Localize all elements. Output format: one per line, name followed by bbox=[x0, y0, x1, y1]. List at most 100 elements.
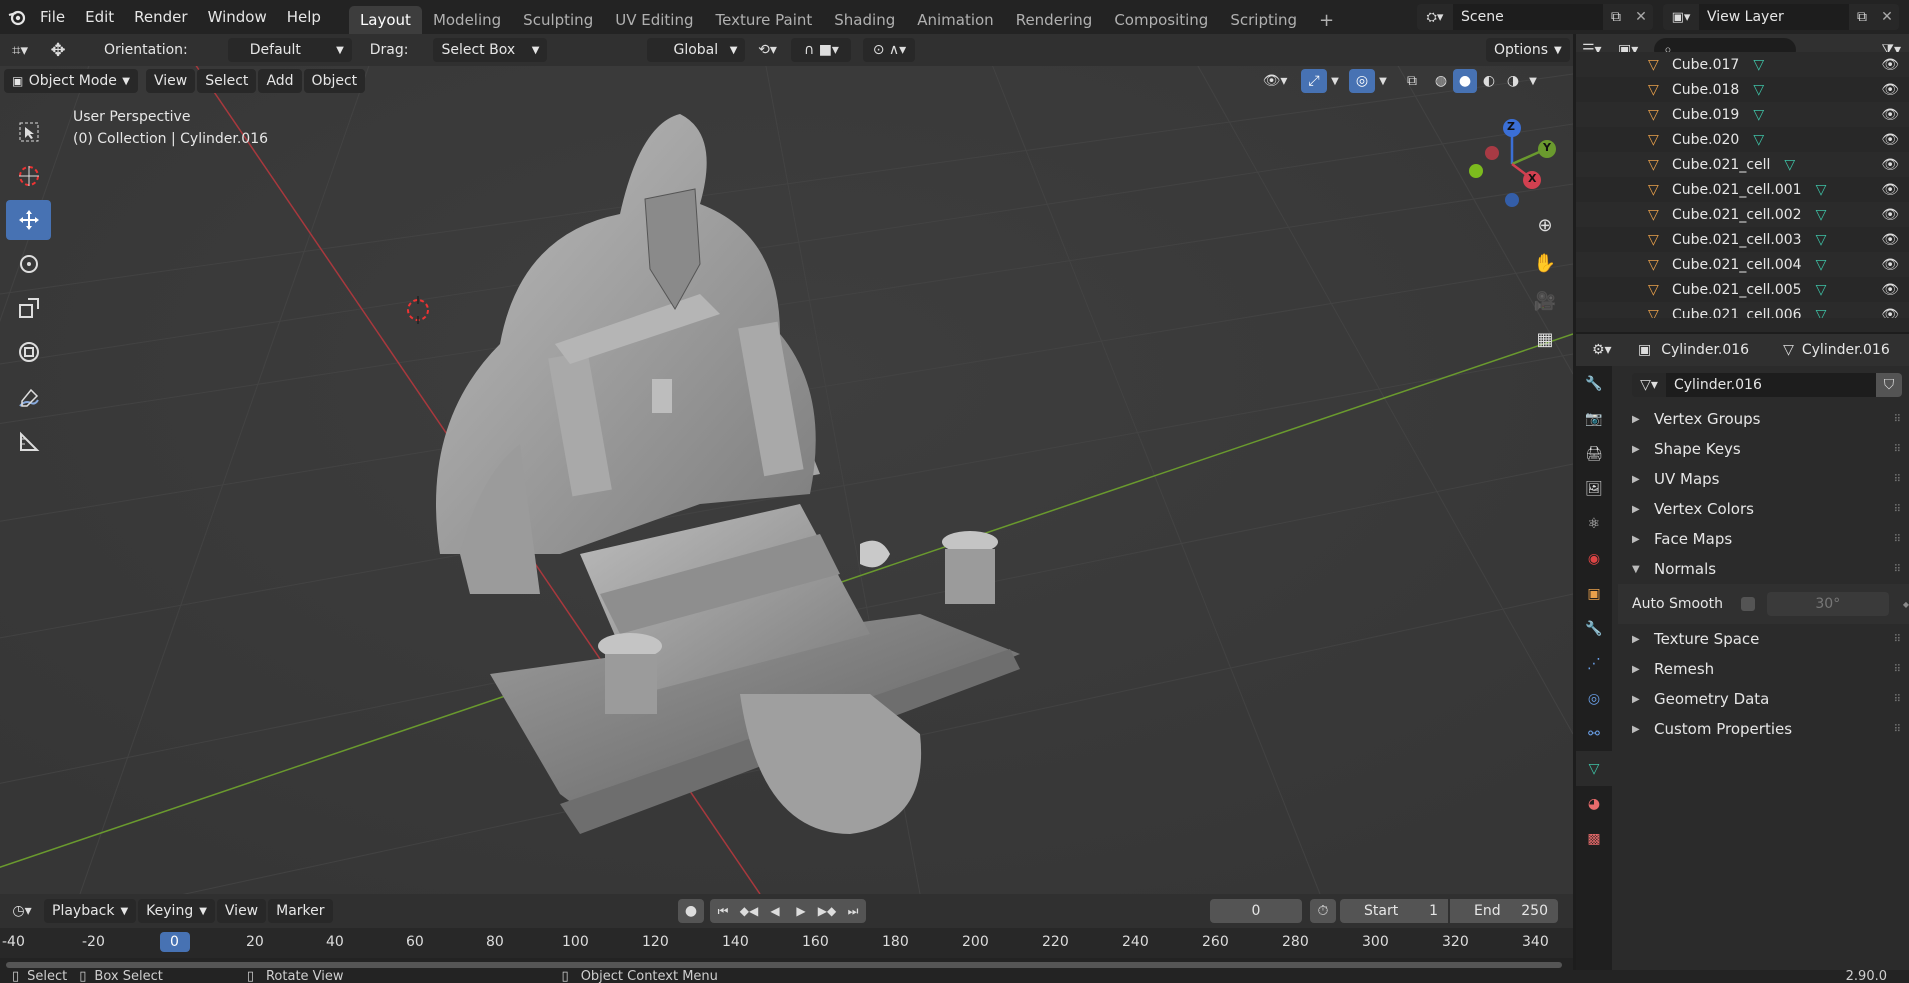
orientation-dropdown[interactable]: Default ▼ bbox=[227, 38, 352, 62]
eye-icon[interactable]: 👁 bbox=[1881, 182, 1899, 198]
start-frame-field[interactable]: Start 1 bbox=[1340, 899, 1448, 923]
tab-sculpting[interactable]: Sculpting bbox=[512, 6, 604, 34]
eye-icon[interactable]: 👁 bbox=[1881, 132, 1899, 148]
options-button[interactable]: Options ▼ bbox=[1486, 38, 1570, 62]
stopwatch-icon[interactable]: ⏱ bbox=[1310, 899, 1336, 923]
tab-modeling[interactable]: Modeling bbox=[422, 6, 512, 34]
xray-icon[interactable]: ⧉ bbox=[1399, 69, 1425, 93]
tab-uv-editing[interactable]: UV Editing bbox=[604, 6, 704, 34]
scene-name-field[interactable]: Scene bbox=[1453, 4, 1603, 30]
menu-help[interactable]: Help bbox=[277, 0, 331, 34]
timeline-ruler[interactable]: -40 -20 0 20 40 60 80 100 120 140 160 18… bbox=[0, 928, 1573, 958]
keyframe-dot-icon[interactable]: ◆ bbox=[1903, 600, 1909, 609]
world-properties-icon[interactable]: ◉ bbox=[1576, 541, 1612, 576]
play-reverse-icon[interactable]: ◀ bbox=[762, 899, 788, 923]
object-menu[interactable]: Object bbox=[303, 69, 366, 93]
fake-user-icon[interactable]: ⛉ bbox=[1876, 373, 1902, 397]
add-workspace-button[interactable]: + bbox=[1308, 6, 1345, 34]
list-item[interactable]: ▽ Cube.021_cell.004 ▽ 👁 bbox=[1576, 252, 1909, 277]
timeline-editor-icon[interactable]: ◷▾ bbox=[0, 903, 44, 919]
modifier-properties-icon[interactable]: 🔧 bbox=[1576, 611, 1612, 646]
grid-view-icon[interactable]: ▦ bbox=[1530, 324, 1560, 354]
close-scene-icon[interactable]: ✕ bbox=[1629, 4, 1653, 30]
snap-icon[interactable]: ∩ ■▾ bbox=[791, 38, 852, 62]
mesh-data-properties-icon[interactable]: ▽ bbox=[1576, 751, 1612, 786]
menu-render[interactable]: Render bbox=[124, 0, 197, 34]
properties-editor-icon[interactable]: ⚙▾ bbox=[1592, 342, 1638, 358]
jump-start-icon[interactable]: ⏮ bbox=[710, 899, 736, 923]
eye-icon[interactable]: 👁 bbox=[1881, 257, 1899, 273]
keying-menu[interactable]: Keying ▼ bbox=[138, 899, 215, 923]
panel-vertex-colors[interactable]: ▶ Vertex Colors ⠿ bbox=[1618, 494, 1909, 524]
tab-animation[interactable]: Animation bbox=[906, 6, 1004, 34]
material-properties-icon[interactable]: ◕ bbox=[1576, 786, 1612, 821]
eye-icon[interactable]: 👁 bbox=[1881, 157, 1899, 173]
scene-icon[interactable]: ⛭▾ bbox=[1417, 4, 1453, 30]
camera-icon[interactable]: 🎥 bbox=[1530, 286, 1560, 316]
chevron-down-icon[interactable]: ▼ bbox=[1525, 76, 1541, 87]
panel-vertex-groups[interactable]: ▶ Vertex Groups ⠿ bbox=[1618, 404, 1909, 434]
panel-remesh[interactable]: ▶ Remesh ⠿ bbox=[1618, 654, 1909, 684]
copy-scene-icon[interactable]: ⧉ bbox=[1603, 4, 1629, 30]
datablock-name-field[interactable]: Cylinder.016 bbox=[1666, 373, 1876, 397]
timeline-scrollbar[interactable] bbox=[6, 962, 1562, 968]
playback-menu[interactable]: Playback ▼ bbox=[44, 899, 137, 923]
editor-type-icon[interactable]: ⌗▾ bbox=[0, 34, 40, 66]
select-menu[interactable]: Select bbox=[197, 69, 257, 93]
drag-handle-icon[interactable]: ⠿ bbox=[1894, 724, 1901, 735]
eye-icon[interactable]: 👁 bbox=[1881, 57, 1899, 73]
move-tool-icon[interactable] bbox=[6, 200, 51, 240]
view-menu[interactable]: View bbox=[146, 69, 196, 93]
auto-smooth-angle-field[interactable]: 30° bbox=[1766, 592, 1889, 616]
cursor-tool-icon[interactable] bbox=[6, 156, 51, 196]
overlays-icon[interactable]: ◎ bbox=[1349, 69, 1375, 93]
jump-end-icon[interactable]: ⏭ bbox=[840, 899, 866, 923]
annotate-tool-icon[interactable] bbox=[6, 378, 51, 418]
eye-icon[interactable]: 👁 bbox=[1881, 82, 1899, 98]
drag-handle-icon[interactable]: ⠿ bbox=[1894, 564, 1901, 575]
auto-smooth-checkbox[interactable] bbox=[1740, 597, 1755, 611]
record-icon[interactable]: ● bbox=[678, 899, 704, 923]
scene-properties-icon[interactable]: ⚛ bbox=[1576, 506, 1612, 541]
list-item[interactable]: ▽ Cube.021_cell.003 ▽ 👁 bbox=[1576, 227, 1909, 252]
copy-view-layer-icon[interactable]: ⧉ bbox=[1849, 4, 1875, 30]
end-frame-field[interactable]: End 250 bbox=[1450, 899, 1558, 923]
drag-handle-icon[interactable]: ⠿ bbox=[1894, 504, 1901, 515]
object-properties-icon[interactable]: ▣ bbox=[1576, 576, 1612, 611]
particle-properties-icon[interactable]: ⋰ bbox=[1576, 646, 1612, 681]
measure-tool-icon[interactable] bbox=[6, 422, 51, 462]
solid-shading-icon[interactable]: ● bbox=[1453, 69, 1477, 93]
list-item[interactable]: ▽ Cube.020 ▽ 👁 bbox=[1576, 127, 1909, 152]
eye-icon[interactable]: 👁 bbox=[1881, 207, 1899, 223]
tab-compositing[interactable]: Compositing bbox=[1103, 6, 1219, 34]
gizmo-toggle-icon[interactable]: ⤢ bbox=[1301, 69, 1327, 93]
transform-orientation-dropdown[interactable]: Global ▼ bbox=[647, 38, 746, 62]
chevron-down-icon[interactable]: ▼ bbox=[1375, 76, 1391, 87]
drag-handle-icon[interactable]: ⠿ bbox=[1894, 414, 1901, 425]
panel-shape-keys[interactable]: ▶ Shape Keys ⠿ bbox=[1618, 434, 1909, 464]
drag-handle-icon[interactable]: ⠿ bbox=[1894, 694, 1901, 705]
physics-properties-icon[interactable]: ◎ bbox=[1576, 681, 1612, 716]
tab-layout[interactable]: Layout bbox=[348, 6, 422, 34]
list-item[interactable]: ▽ Cube.021_cell.006 ▽ 👁 bbox=[1576, 302, 1909, 318]
panel-normals[interactable]: ▼ Normals ⠿ bbox=[1618, 554, 1909, 584]
list-item[interactable]: ▽ Cube.019 ▽ 👁 bbox=[1576, 102, 1909, 127]
view-layer-icon[interactable]: ▣▾ bbox=[1663, 4, 1699, 30]
list-item[interactable]: ▽ Cube.017 ▽ 👁 bbox=[1576, 52, 1909, 77]
blender-logo-icon[interactable] bbox=[4, 0, 30, 34]
tab-scripting[interactable]: Scripting bbox=[1219, 6, 1308, 34]
3d-cursor-icon[interactable] bbox=[404, 296, 432, 324]
eye-icon[interactable]: 👁 bbox=[1881, 307, 1899, 319]
render-properties-icon[interactable]: 📷 bbox=[1576, 401, 1612, 436]
output-properties-icon[interactable]: 🖨 bbox=[1576, 436, 1612, 471]
view-layer-name-field[interactable]: View Layer bbox=[1699, 4, 1849, 30]
menu-window[interactable]: Window bbox=[198, 0, 277, 34]
tab-shading[interactable]: Shading bbox=[823, 6, 906, 34]
3d-viewport[interactable]: User Perspective (0) Collection | Cylind… bbox=[0, 34, 1573, 894]
chevron-down-icon[interactable]: ▼ bbox=[1327, 76, 1343, 87]
marker-menu[interactable]: Marker bbox=[268, 899, 333, 923]
panel-custom-properties[interactable]: ▶ Custom Properties ⠿ bbox=[1618, 714, 1909, 744]
tool-properties-icon[interactable]: 🔧 bbox=[1576, 366, 1612, 401]
scale-tool-icon[interactable] bbox=[6, 288, 51, 328]
panel-uv-maps[interactable]: ▶ UV Maps ⠿ bbox=[1618, 464, 1909, 494]
